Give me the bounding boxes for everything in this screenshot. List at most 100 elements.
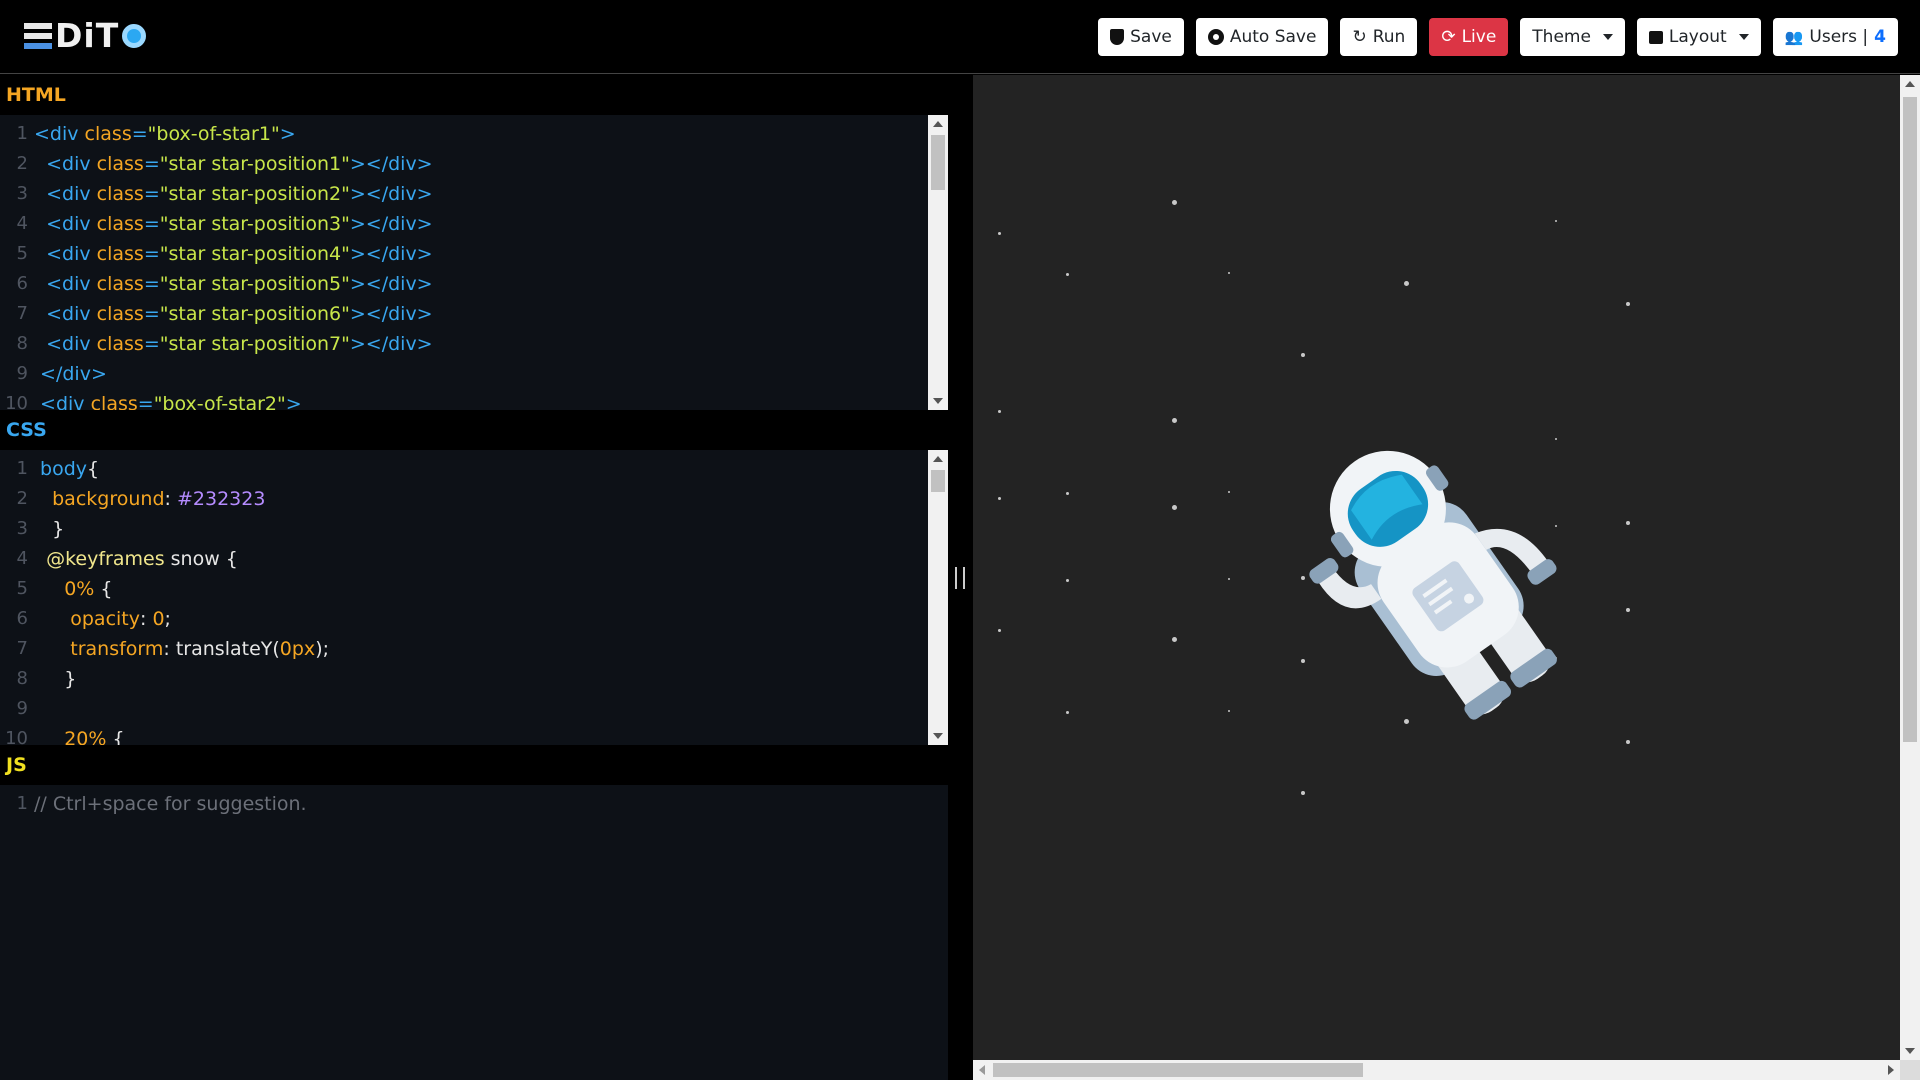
run-button[interactable]: ↻ Run [1340,18,1418,56]
scroll-left-icon[interactable] [979,1065,985,1075]
line-number: 6 [16,608,28,629]
css-editor[interactable]: 1 body{2 background: #232323 3 } 4 @keyfra… [0,450,948,745]
line-number: 5 [16,243,28,264]
code-line[interactable]: 6 opacity: 0; [0,604,948,634]
code-line[interactable]: 2 background: #232323 [0,484,948,514]
scrollbar-corner [1900,1060,1920,1080]
resize-handle[interactable] [955,567,965,589]
scroll-up-icon[interactable] [1905,81,1915,87]
sync-icon: ⟳ [1441,26,1456,47]
code-token: <div [46,213,97,235]
star-dot [997,409,1001,413]
star-dot [1301,353,1305,357]
toolbar: Save Auto Save ↻ Run ⟳ Live Theme Layout… [1098,18,1898,56]
code-token: 20% [64,728,107,745]
preview-vertical-scrollbar[interactable] [1900,75,1920,1060]
star-dot [1626,302,1630,306]
code-token: { [106,728,125,745]
code-line[interactable]: 10 20% { [0,724,948,745]
scroll-up-icon[interactable] [933,121,943,127]
css-editor-scrollbar[interactable] [928,450,948,745]
code-line[interactable]: 1 // Ctrl+space for suggestion. [0,789,948,819]
scroll-thumb[interactable] [993,1063,1363,1077]
scroll-down-icon[interactable] [933,733,943,739]
code-line[interactable]: 9 [0,694,948,724]
layout-dropdown[interactable]: Layout [1636,18,1761,56]
line-number: 4 [16,548,28,569]
code-token: = [143,213,160,235]
save-button[interactable]: Save [1098,18,1184,56]
line-number: 8 [16,333,28,354]
scroll-up-icon[interactable] [933,456,943,462]
code-token: class [96,333,144,355]
scroll-down-icon[interactable] [1905,1048,1915,1054]
astronaut-illustration [1309,450,1557,720]
code-token: ; [164,608,171,630]
shield-icon [1110,29,1125,45]
code-line[interactable]: 4 <div class = "star star-position3" ></div… [0,209,948,239]
code-line[interactable]: 10 <div class = "box-of-star2" > [0,389,948,410]
code-line[interactable]: 7 <div class = "star star-position6" ></div… [0,299,948,329]
code-line[interactable]: 1 body{ [0,454,948,484]
code-token: class [90,393,138,410]
code-line[interactable]: 9 </div> [0,359,948,389]
logo-text: DiT [55,16,120,55]
code-token: <div [46,183,97,205]
code-line[interactable]: 2 <div class = "star star-position1" ></div… [0,149,948,179]
code-line[interactable]: 8 <div class = "star star-position7" ></div… [0,329,948,359]
html-editor-scrollbar[interactable] [928,115,948,410]
scroll-thumb[interactable] [1903,97,1917,742]
code-token: : [140,608,153,630]
star-dot [1171,417,1177,423]
live-preview[interactable] [973,75,1920,1080]
code-token: "star star-position1" [159,153,350,175]
users-button[interactable]: 👥 Users | 4 [1772,18,1898,56]
code-token: = [143,333,160,355]
code-line[interactable]: 3 } [0,514,948,544]
code-token: "star star-position5" [159,273,350,295]
caret-down-icon [1602,34,1613,40]
scroll-thumb[interactable] [931,135,945,190]
live-button[interactable]: ⟳ Live [1429,18,1509,56]
line-number: 3 [16,518,28,539]
code-line[interactable]: 8 } [0,664,948,694]
star-dot [997,231,1001,235]
code-line[interactable]: 3 <div class = "star star-position2" ></div… [0,179,948,209]
code-line[interactable]: 7 transform: translateY(0px); [0,634,948,664]
code-line[interactable]: 6 <div class = "star star-position5" ></div… [0,269,948,299]
code-token: > [279,123,296,145]
code-line[interactable]: 5 0% { [0,574,948,604]
star-dot [1065,578,1069,582]
js-editor[interactable]: 1 // Ctrl+space for suggestion. [0,785,948,1080]
scroll-right-icon[interactable] [1888,1065,1894,1075]
code-line[interactable]: 5 <div class = "star star-position4" ></div… [0,239,948,269]
code-token: = [143,303,160,325]
star-dot [1065,491,1069,495]
line-number: 10 [5,728,28,745]
code-token: "box-of-star2" [153,393,286,410]
scroll-thumb[interactable] [931,470,945,492]
preview-horizontal-scrollbar[interactable] [973,1060,1900,1080]
code-token: <div [40,393,91,410]
code-token: <div [46,333,97,355]
html-editor[interactable]: 1 <div class = "box-of-star1" >2 <div class =… [0,115,948,410]
record-icon [1207,29,1224,45]
auto-save-button[interactable]: Auto Save [1195,18,1329,56]
code-line[interactable]: 1 <div class = "box-of-star1" > [0,119,948,149]
star-dot [1228,272,1230,274]
edito-logo[interactable]: DiT [24,16,147,55]
code-line[interactable]: 4 @keyframes snow { [0,544,948,574]
code-token: <div [46,273,97,295]
star-dot [1065,710,1069,714]
line-number: 7 [16,638,28,659]
code-token: 0% [64,578,95,600]
scroll-down-icon[interactable] [933,398,943,404]
theme-dropdown[interactable]: Theme [1520,18,1625,56]
layout-label: Layout [1668,27,1727,47]
code-token: @keyframes [46,548,165,570]
